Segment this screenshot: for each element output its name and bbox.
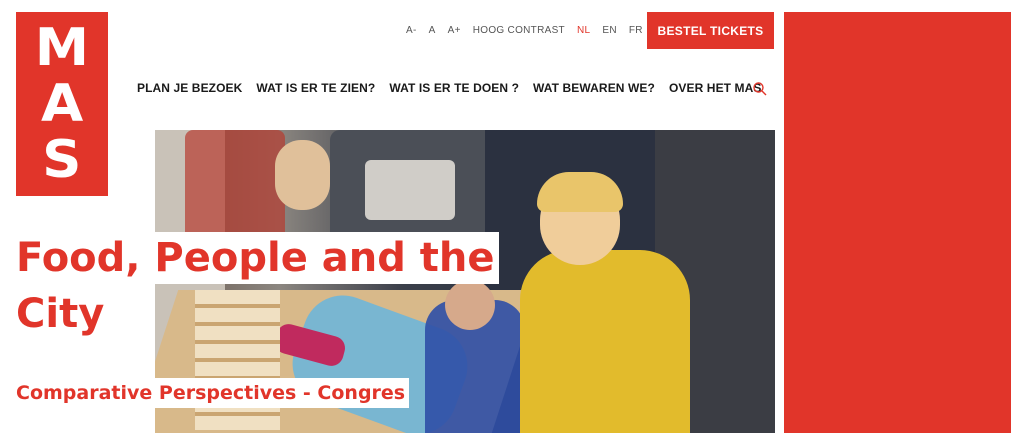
hero-title-line-1: Food, People and the bbox=[16, 232, 499, 284]
side-panel bbox=[784, 12, 1011, 433]
search-icon[interactable] bbox=[752, 81, 768, 97]
nav-about-mas[interactable]: OVER HET MAS bbox=[669, 81, 762, 95]
high-contrast-toggle[interactable]: HOOG CONTRAST bbox=[473, 25, 565, 36]
mas-logo[interactable]: M A S bbox=[16, 12, 108, 196]
language-en[interactable]: EN bbox=[602, 25, 617, 36]
nav-what-to-see[interactable]: WAT IS ER TE ZIEN? bbox=[256, 81, 375, 95]
logo-letter-s: S bbox=[42, 130, 82, 190]
logo-letter-a: A bbox=[40, 74, 84, 134]
hero-title-line-2: City bbox=[16, 288, 109, 340]
language-fr[interactable]: FR bbox=[629, 25, 643, 36]
language-nl[interactable]: NL bbox=[577, 25, 590, 36]
hero-title: Food, People and the City bbox=[16, 232, 499, 340]
hero-subtitle: Comparative Perspectives - Congres bbox=[16, 378, 410, 408]
order-tickets-button[interactable]: BESTEL TICKETS bbox=[647, 12, 774, 49]
nav-plan-visit[interactable]: PLAN JE BEZOEK bbox=[137, 81, 242, 95]
font-increase-button[interactable]: A+ bbox=[448, 25, 461, 36]
nav-what-to-do[interactable]: WAT IS ER TE DOEN ? bbox=[389, 81, 519, 95]
font-normal-button[interactable]: A bbox=[429, 25, 436, 36]
utility-bar: A- A A+ HOOG CONTRAST NL EN FR DE bbox=[400, 13, 675, 47]
font-decrease-button[interactable]: A- bbox=[406, 25, 417, 36]
logo-letter-m: M bbox=[34, 18, 90, 78]
main-navigation: PLAN JE BEZOEK WAT IS ER TE ZIEN? WAT IS… bbox=[137, 81, 776, 95]
nav-what-we-keep[interactable]: WAT BEWAREN WE? bbox=[533, 81, 655, 95]
